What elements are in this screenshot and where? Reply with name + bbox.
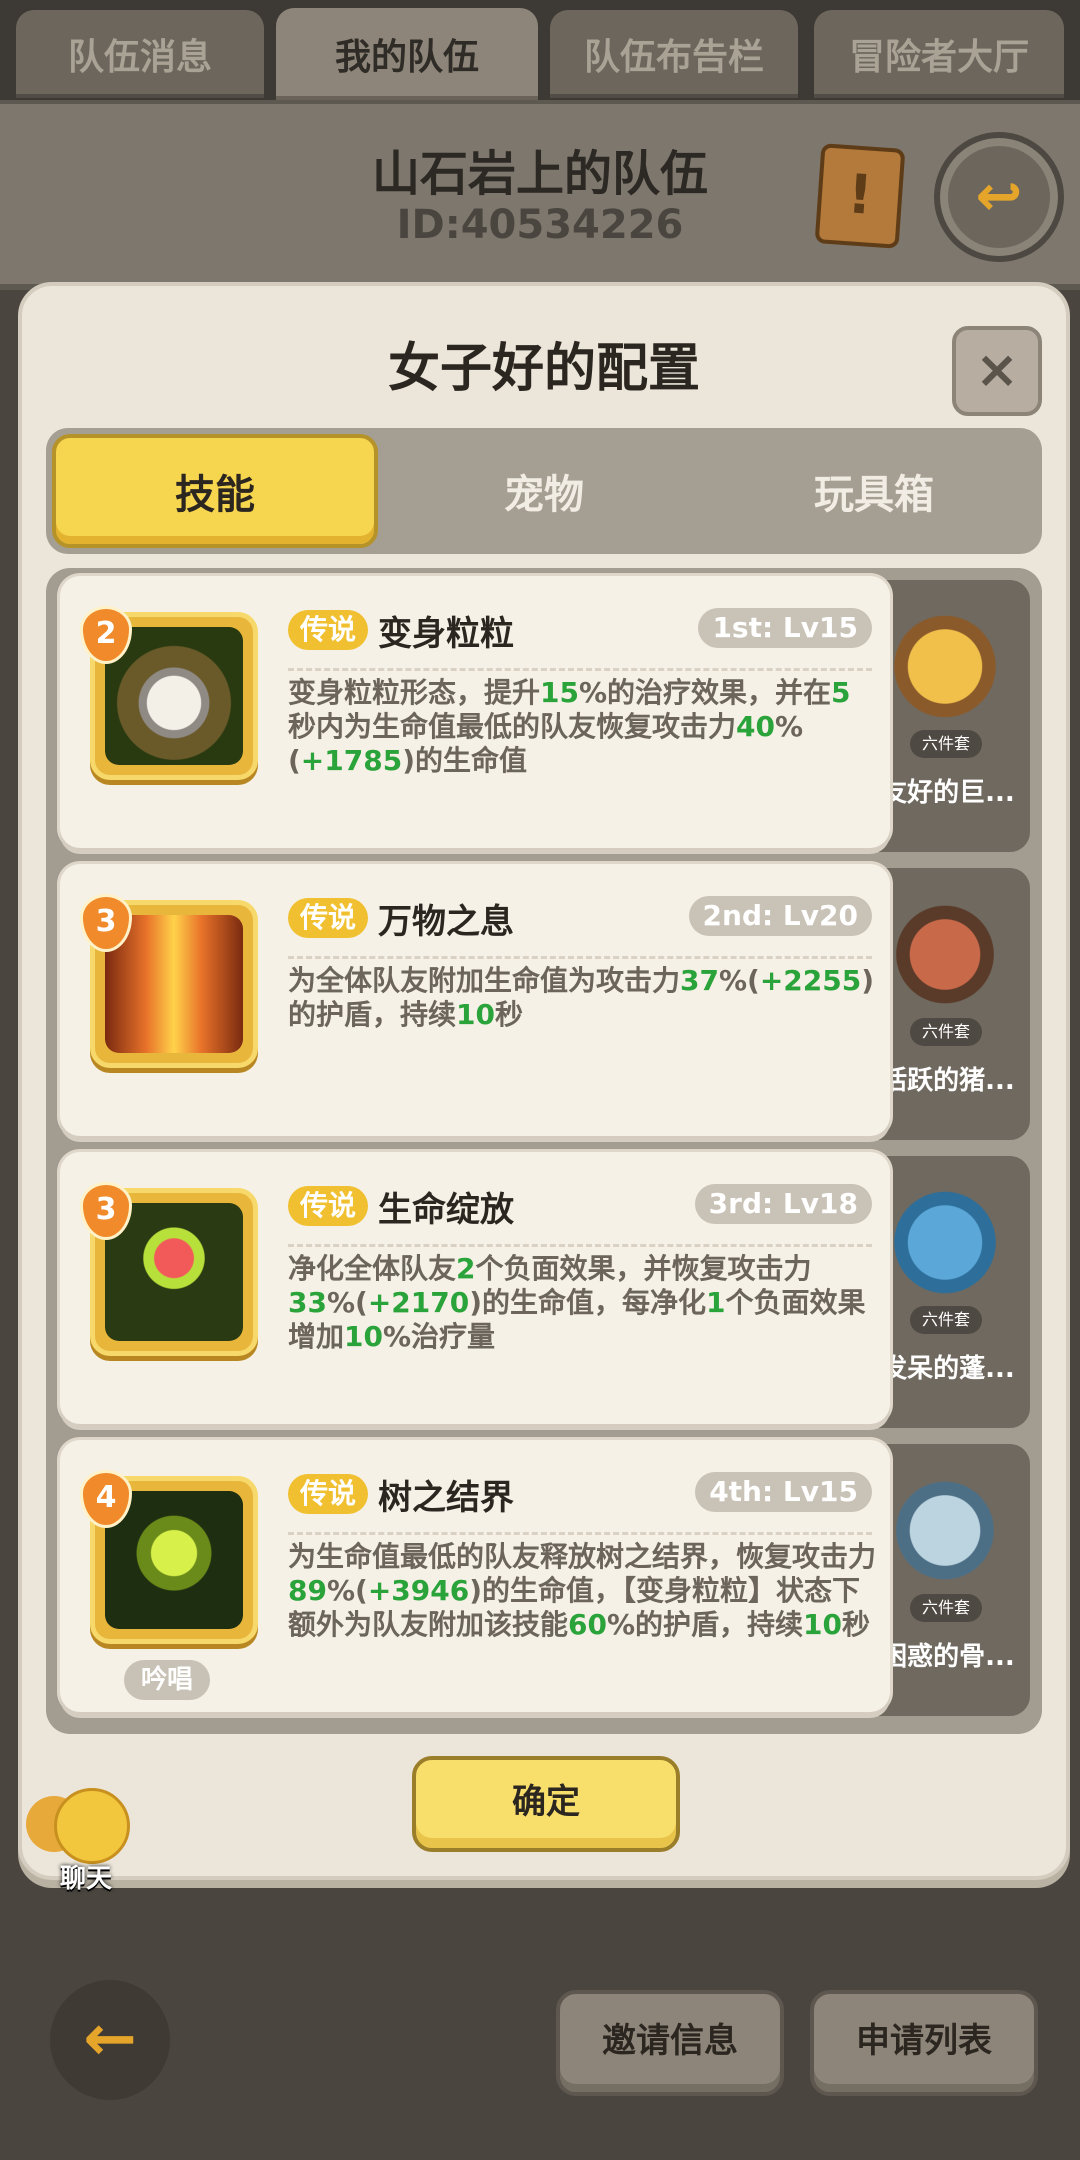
suit-slot[interactable]: 六件套 困惑的骨... — [866, 1444, 1030, 1716]
dinosaur-figure-icon — [880, 1472, 1010, 1602]
skills-panel: 六件套 友好的巨... 2 传说 变身粒粒 1st: Lv15 变身粒粒形态，提… — [46, 568, 1042, 1734]
robot-figure-icon — [880, 608, 1010, 738]
sheep-figure-icon — [880, 1184, 1010, 1314]
suit-name: 发呆的蓬... — [881, 1354, 1015, 1384]
team-name: 山石岩上的队伍 — [371, 146, 708, 202]
tab-toybox[interactable]: 玩具箱 — [714, 436, 1034, 546]
suit-slot[interactable]: 六件套 友好的巨... — [866, 580, 1030, 852]
suit-tag: 六件套 — [910, 1306, 982, 1334]
skill-desc: 为生命值最低的队友释放树之结界，恢复攻击力89%(+3946)的生命值，【变身粒… — [288, 1540, 877, 1641]
tab-skills[interactable]: 技能 — [52, 434, 378, 548]
tab-team-board[interactable]: 队伍布告栏 — [550, 10, 798, 98]
suit-slot[interactable]: 六件套 活跃的猪... — [866, 868, 1030, 1140]
order-tag: 2nd: Lv20 — [688, 896, 872, 936]
exit-team-icon[interactable]: ↩ — [934, 132, 1064, 262]
suit-name: 活跃的猪... — [881, 1066, 1015, 1096]
boar-figure-icon — [880, 896, 1010, 1026]
skill-name: 树之结界 — [378, 1478, 514, 1518]
team-id: ID:40534226 — [396, 202, 684, 248]
suit-slot[interactable]: 六件套 发呆的蓬... — [866, 1156, 1030, 1428]
chat-button[interactable]: 聊天 — [22, 1788, 142, 1894]
notice-scroll-icon[interactable]: ! — [814, 143, 906, 249]
modal-title: 女子好的配置 — [387, 339, 700, 399]
tab-my-team[interactable]: 我的队伍 — [276, 8, 538, 100]
chant-tag: 吟唱 — [124, 1660, 210, 1700]
suit-tag: 六件套 — [910, 1594, 982, 1622]
skill-name: 万物之息 — [378, 902, 514, 942]
apply-list-button[interactable]: 申请列表 — [810, 1990, 1038, 2096]
rarity-tag: 传说 — [288, 898, 369, 938]
divider — [288, 956, 872, 959]
top-tab-bar: 队伍消息 我的队伍 队伍布告栏 冒险者大厅 — [0, 0, 1080, 100]
skill-name: 生命绽放 — [378, 1190, 514, 1230]
skill-card[interactable]: 2 传说 变身粒粒 1st: Lv15 变身粒粒形态，提升15%的治疗效果，并在… — [60, 576, 890, 848]
config-tabs: 技能 宠物 玩具箱 — [46, 428, 1042, 554]
skill-name: 变身粒粒 — [378, 614, 514, 654]
tab-team-messages[interactable]: 队伍消息 — [16, 10, 264, 98]
confirm-button[interactable]: 确定 — [412, 1756, 680, 1852]
team-header: 山石岩上的队伍 ID:40534226 ! ↩ — [0, 100, 1080, 290]
rarity-tag: 传说 — [288, 1474, 369, 1514]
rarity-tag: 传说 — [288, 1186, 369, 1226]
divider — [288, 1244, 872, 1247]
order-tag: 3rd: Lv18 — [694, 1184, 872, 1224]
tab-pets[interactable]: 宠物 — [384, 436, 704, 546]
order-tag: 4th: Lv15 — [695, 1472, 872, 1512]
skill-desc: 为全体队友附加生命值为攻击力37%(+2255)的护盾，持续10秒 — [288, 964, 875, 1031]
rarity-tag: 传说 — [288, 610, 369, 650]
divider — [288, 668, 872, 671]
skill-desc: 净化全体队友2个负面效果，并恢复攻击力33%(+2170)的生命值，每净化1个负… — [288, 1252, 866, 1353]
order-tag: 1st: Lv15 — [698, 608, 872, 648]
suit-name: 困惑的骨... — [881, 1642, 1015, 1672]
skill-desc: 变身粒粒形态，提升15%的治疗效果，并在5秒内为生命值最低的队友恢复攻击力40%… — [288, 676, 851, 777]
suit-tag: 六件套 — [910, 730, 982, 758]
close-icon[interactable]: × — [952, 326, 1042, 416]
divider — [288, 1532, 872, 1535]
skill-card[interactable]: 3 传说 万物之息 2nd: Lv20 为全体队友附加生命值为攻击力37%(+2… — [60, 864, 890, 1136]
suit-name: 友好的巨... — [881, 778, 1015, 808]
skill-card[interactable]: 3 传说 生命绽放 3rd: Lv18 净化全体队友2个负面效果，并恢复攻击力3… — [60, 1152, 890, 1424]
tab-adventurer-hall[interactable]: 冒险者大厅 — [814, 10, 1064, 98]
back-arrow-icon[interactable]: ← — [50, 1980, 170, 2100]
invite-info-button[interactable]: 邀请信息 — [556, 1990, 784, 2096]
chat-label: 聊天 — [59, 1864, 112, 1894]
config-modal: 女子好的配置 × 技能 宠物 玩具箱 六件套 友好的巨... 2 传说 变身粒粒… — [18, 282, 1070, 1880]
suit-tag: 六件套 — [910, 1018, 982, 1046]
chat-smile-icon — [54, 1788, 130, 1864]
skill-card[interactable]: 吟唱 4 传说 树之结界 4th: Lv15 为生命值最低的队友释放树之结界，恢… — [60, 1440, 890, 1712]
